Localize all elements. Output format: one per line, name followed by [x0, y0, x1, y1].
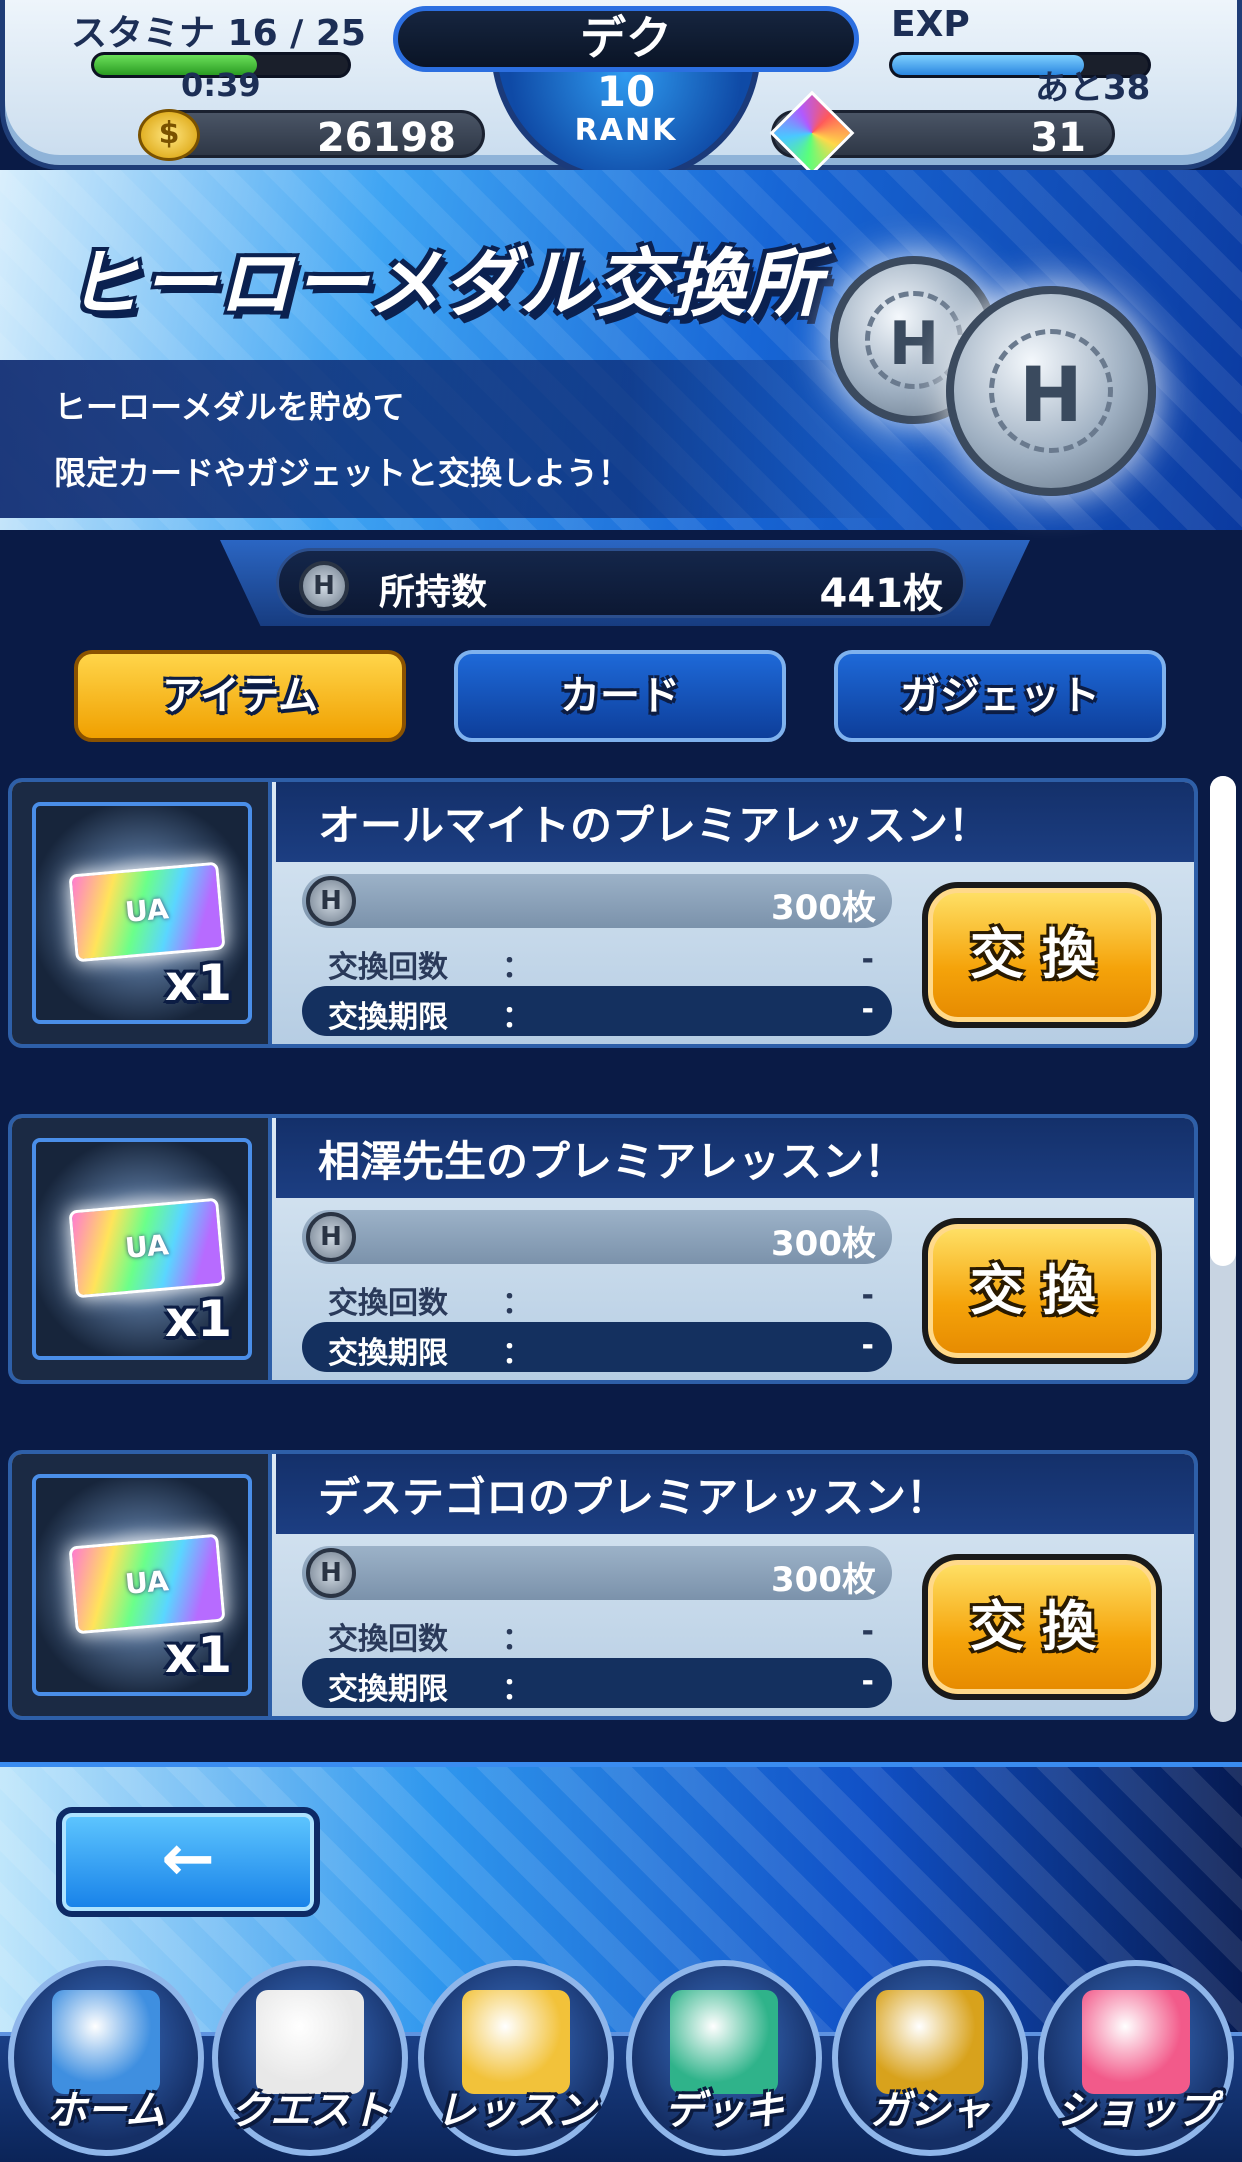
list-scrollbar[interactable] — [1210, 776, 1236, 1722]
item-thumbnail: UA x1 — [12, 782, 272, 1044]
nav-lesson[interactable]: レッスン — [418, 1960, 614, 2156]
coin-counter: $ 26198 — [138, 109, 485, 161]
lesson-ticket-icon: UA — [68, 861, 226, 963]
banner-line-1: ヒーローメダルを貯めて — [54, 388, 405, 426]
exchange-button[interactable]: 交換 — [922, 1218, 1162, 1364]
player-name: デク — [393, 6, 859, 72]
nav-shop[interactable]: ショップ — [1038, 1960, 1234, 2156]
nav-label: レッスン — [436, 2088, 596, 2134]
exchange-item: UA x1 相澤先生のプレミアレッスン！ H 300枚 交換回数 ： - 交換期… — [8, 1114, 1198, 1384]
hero-medal-icon: H — [306, 876, 356, 926]
nav-deck[interactable]: デッキ — [626, 1960, 822, 2156]
nav-label: クエスト — [230, 2088, 390, 2134]
item-price-value: 300枚 — [771, 1560, 876, 1600]
stamina-label: スタミナ 16 / 25 — [71, 13, 366, 54]
exchange-count-value: - — [861, 942, 874, 977]
lesson-ticket-icon: UA — [68, 1197, 226, 1299]
item-quantity: x1 — [164, 954, 232, 1012]
coin-count: 26198 — [316, 115, 456, 161]
item-thumbnail: UA x1 — [12, 1454, 272, 1716]
banner-line-2: 限定カードやガジェットと交換しよう！ — [54, 454, 631, 492]
exchange-deadline-row: 交換期限 ： - — [302, 1658, 892, 1708]
status-header: スタミナ 16 / 25 0:39 $ 26198 EXP あと38 31 10… — [0, 0, 1242, 183]
item-price: H 300枚 — [302, 1546, 892, 1600]
exchange-deadline-label: 交換期限 — [328, 1000, 448, 1035]
item-title: 相澤先生のプレミアレッスン！ — [318, 1137, 907, 1186]
exchange-deadline-value: - — [861, 1664, 874, 1699]
item-quantity: x1 — [164, 1290, 232, 1348]
nav-label: ホーム — [46, 2088, 166, 2134]
exchange-count-label: 交換回数 — [328, 1286, 448, 1321]
arrow-left-icon: ← — [161, 1822, 215, 1896]
item-title: オールマイトのプレミアレッスン！ — [318, 801, 991, 850]
item-price: H 300枚 — [302, 1210, 892, 1264]
exchange-deadline-label: 交換期限 — [328, 1336, 448, 1371]
exchange-button[interactable]: 交換 — [922, 882, 1162, 1028]
hero-medal-icon: H — [306, 1212, 356, 1262]
nav-gacha[interactable]: ガシャ — [832, 1960, 1028, 2156]
exchange-deadline-row: 交換期限 ： - — [302, 986, 892, 1036]
nav-label: デッキ — [664, 2088, 784, 2134]
exchange-deadline-label: 交換期限 — [328, 1672, 448, 1707]
item-price-value: 300枚 — [771, 1224, 876, 1264]
medal-count-bar: H 所持数 441枚 — [276, 548, 966, 618]
tab-gadgets[interactable]: ガジェット — [834, 650, 1166, 742]
exchange-count-label: 交換回数 — [328, 1622, 448, 1657]
exp-remaining: あと38 — [1035, 68, 1151, 108]
exchange-banner: ヒーローメダル交換所 ヒーローメダルを貯めて 限定カードやガジェットと交換しよう… — [0, 170, 1242, 530]
hero-medal-icon: H — [306, 1548, 356, 1598]
exchange-item: UA x1 オールマイトのプレミアレッスン！ H 300枚 交換回数 ： - 交… — [8, 778, 1198, 1048]
rank-label: RANK — [574, 113, 678, 148]
exchange-deadline-value: - — [861, 992, 874, 1027]
exchange-item: UA x1 デステゴロのプレミアレッスン！ H 300枚 交換回数 ： - 交換… — [8, 1450, 1198, 1720]
nav-quest[interactable]: クエスト — [212, 1960, 408, 2156]
gem-counter: 31 — [769, 90, 1115, 176]
item-price: H 300枚 — [302, 874, 892, 928]
item-price-value: 300枚 — [771, 888, 876, 928]
exchange-count-value: - — [861, 1614, 874, 1649]
exchange-deadline-row: 交換期限 ： - — [302, 1322, 892, 1372]
hero-medal-icon: H — [946, 286, 1156, 496]
nav-label: ショップ — [1056, 2088, 1216, 2134]
gold-coin-icon: $ — [138, 109, 200, 161]
tab-cards[interactable]: カード — [454, 650, 786, 742]
back-button[interactable]: ← — [56, 1807, 320, 1917]
banner-description: ヒーローメダルを貯めて 限定カードやガジェットと交換しよう！ — [0, 360, 900, 518]
scrollbar-thumb[interactable] — [1210, 776, 1236, 1266]
page-title: ヒーローメダル交換所 — [66, 241, 824, 327]
exp-label: EXP — [891, 4, 970, 45]
exchange-item-list[interactable]: UA x1 オールマイトのプレミアレッスン！ H 300枚 交換回数 ： - 交… — [0, 770, 1242, 1720]
nav-home[interactable]: ホーム — [8, 1960, 204, 2156]
item-thumbnail: UA x1 — [12, 1118, 272, 1380]
exchange-count-row: 交換回数 ： - — [328, 1278, 874, 1321]
hero-medal-icon: H — [299, 561, 349, 611]
item-quantity: x1 — [164, 1626, 232, 1684]
exchange-count-row: 交換回数 ： - — [328, 1614, 874, 1657]
bottom-navigation: ホーム クエスト レッスン デッキ ガシャ ショップ — [0, 1960, 1242, 2162]
tab-items[interactable]: アイテム — [74, 650, 406, 742]
medal-count-label: 所持数 — [379, 572, 488, 613]
lesson-ticket-icon: UA — [68, 1533, 226, 1635]
exchange-deadline-value: - — [861, 1328, 874, 1363]
item-title: デステゴロのプレミアレッスン！ — [318, 1473, 949, 1522]
rainbow-gem-icon — [769, 90, 855, 176]
exchange-count-row: 交換回数 ： - — [328, 942, 874, 985]
rank-number: 10 — [596, 67, 656, 116]
gem-count: 31 — [1030, 115, 1086, 161]
exchange-count-label: 交換回数 — [328, 950, 448, 985]
medal-count-value: 441枚 — [819, 571, 944, 617]
nav-label: ガシャ — [870, 2088, 990, 2134]
exchange-button[interactable]: 交換 — [922, 1554, 1162, 1700]
exchange-count-value: - — [861, 1278, 874, 1313]
stamina-timer: 0:39 — [181, 66, 261, 104]
hero-medal-letter: H — [988, 328, 1114, 454]
